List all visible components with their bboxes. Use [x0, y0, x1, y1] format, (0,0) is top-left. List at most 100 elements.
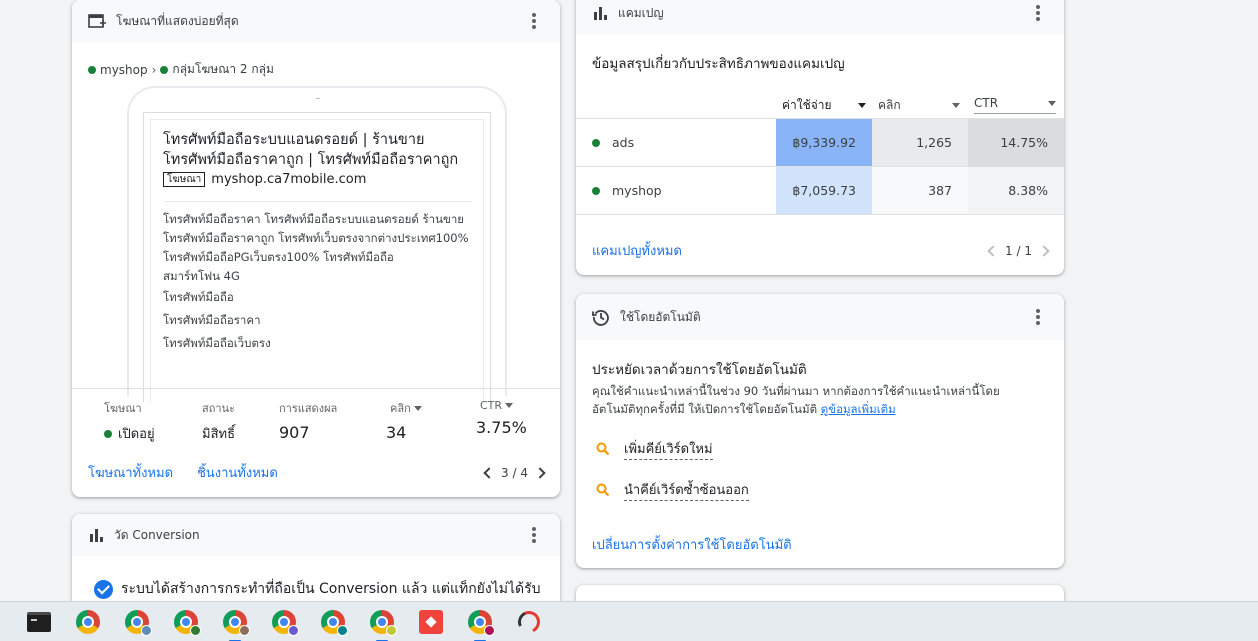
phone-preview-frame: โทรศัพท์มือถือระบบแอนดรอยด์ | ร้านขาย โท… [127, 86, 507, 402]
stat-ctr-label[interactable]: CTR [480, 399, 527, 412]
ad-headline-2: โทรศัพท์มือถือราคาถูก | โทรศัพท์มือถือรา… [163, 152, 459, 168]
dropdown-caret-icon [413, 405, 422, 411]
campaigns-card-header: แคมเปญ [576, 0, 1064, 34]
ad-callout: สมาร์ทโฟน 4G [163, 269, 240, 283]
stat-impressions-value: 907 [279, 423, 310, 442]
auto-apply-description-text: คุณใช้คำแนะนำเหล่านี้ในช่วง 90 วันที่ผ่า… [592, 384, 1000, 416]
column-clicks[interactable]: คลิก [878, 96, 960, 119]
auto-apply-card-header: ใช้โดยอัตโนมัติ [576, 294, 1064, 340]
stat-ctr-value: 3.75% [476, 418, 527, 437]
sort-caret-icon [858, 103, 866, 108]
chevron-right-icon[interactable] [1038, 244, 1050, 257]
conversion-message: ระบบได้สร้างการกระทำที่ถือเป็น Conversio… [121, 581, 541, 597]
chrome-icon[interactable] [73, 607, 103, 637]
terminal-icon[interactable] [24, 607, 54, 637]
taskbar [0, 601, 1258, 641]
campaign-name-cell: myshop [592, 167, 662, 214]
more-options-icon[interactable] [524, 525, 544, 545]
all-ads-link[interactable]: โฆษณาทั้งหมด [88, 462, 173, 483]
stat-ctr: CTR 3.75% [476, 399, 527, 437]
check-circle-icon [94, 579, 113, 599]
search-icon [596, 442, 610, 456]
more-options-icon[interactable] [524, 11, 544, 31]
all-assets-link[interactable]: ชิ้นงานทั้งหมด [197, 462, 278, 483]
breadcrumb-separator: › [151, 62, 157, 77]
stat-clicks-value: 34 [386, 423, 407, 442]
auto-history-icon [592, 310, 609, 326]
chrome-profile-icon[interactable] [367, 607, 397, 641]
chrome-profile-icon[interactable] [318, 607, 348, 637]
enabled-dot [592, 186, 600, 195]
ad-description: โทรศัพท์มือถือราคา โทรศัพท์มือถือระบบแอน… [163, 201, 471, 267]
stat-status: สถานะ มิสิทธิ์ [202, 399, 235, 444]
anydesk-icon[interactable] [416, 607, 446, 637]
conversion-card-title: วัด Conversion [114, 527, 200, 542]
chevron-right-icon[interactable] [534, 466, 546, 479]
ads-pager-text: 3 / 4 [501, 465, 528, 480]
campaigns-card: แคมเปญ ข้อมูลสรุปเกี่ยวกับประสิทธิภาพของ… [576, 0, 1064, 275]
recommendation-label: เพิ่มคีย์เวิร์ดใหม่ [624, 438, 713, 460]
column-clicks-label: คลิก [878, 98, 901, 112]
ad-display-url: โฆษณา myshop.ca7mobile.com [163, 172, 471, 187]
top-ads-card: โฆษณาที่แสดงบ่อยที่สุด myshop › กลุ่มโฆษ… [72, 0, 560, 497]
all-campaigns-link[interactable]: แคมเปญทั้งหมด [592, 240, 682, 261]
breadcrumb-ad-group[interactable]: กลุ่มโฆษณา 2 กลุ่ม [172, 60, 273, 79]
campaigns-footer: แคมเปญทั้งหมด 1 / 1 [592, 240, 1050, 261]
campaigns-table: ค่าใช้จ่าย คลิก CTR ads ฿9,339.92 1,265 … [576, 88, 1064, 215]
table-row[interactable]: ads ฿9,339.92 1,265 14.75% [576, 118, 1064, 166]
ad-badge: โฆษณา [163, 172, 206, 187]
stat-ad-value-text: เปิดอยู่ [118, 427, 155, 442]
recommendation-item[interactable]: เพิ่มคีย์เวิร์ดใหม่ [596, 438, 713, 460]
arc-app-icon[interactable] [514, 607, 544, 637]
table-header: ค่าใช้จ่าย คลิก CTR [576, 88, 1064, 119]
learn-more-link[interactable]: ดูข้อมูลเพิ่มเติม [821, 402, 896, 416]
stat-ad: โฆษณา เปิดอยู่ [104, 399, 155, 444]
stat-clicks-label-text: คลิก [390, 402, 411, 415]
chrome-profile-icon[interactable] [269, 607, 299, 637]
recommendation-item[interactable]: นำคีย์เวิร์ดซ้ำซ้อนออก [596, 479, 749, 501]
auto-apply-description: คุณใช้คำแนะนำเหล่านี้ในช่วง 90 วันที่ผ่า… [592, 382, 1040, 418]
column-ctr[interactable]: CTR [974, 96, 1056, 114]
ad-sitelink: โทรศัพท์มือถือ [163, 290, 234, 304]
conversion-card-header: วัด Conversion [72, 514, 560, 556]
change-auto-apply-link[interactable]: เปลี่ยนการตั้งค่าการใช้โดยอัตโนมัติ [592, 534, 792, 555]
chevron-left-icon[interactable] [483, 466, 495, 479]
chrome-profile-icon[interactable] [220, 607, 250, 641]
sort-caret-icon [1048, 100, 1056, 106]
ads-pager: 3 / 4 [483, 465, 546, 480]
chrome-profile-icon[interactable] [465, 607, 495, 641]
top-ads-card-title: โฆษณาที่แสดงบ่อยที่สุด [116, 13, 239, 28]
stat-ad-label: โฆษณา [104, 402, 142, 415]
campaign-name-cell: ads [592, 119, 634, 166]
enabled-dot [592, 138, 600, 147]
breadcrumb-campaign[interactable]: myshop [100, 63, 148, 77]
ad-preview: โทรศัพท์มือถือระบบแอนดรอยด์ | ร้านขาย โท… [143, 112, 491, 402]
breadcrumb: myshop › กลุ่มโฆษณา 2 กลุ่ม [88, 60, 274, 79]
more-options-icon[interactable] [1028, 307, 1048, 327]
stat-impressions: การแสดงผล 907 [279, 399, 337, 442]
campaigns-subtitle: ข้อมูลสรุปเกี่ยวกับประสิทธิภาพของแคมเปญ [592, 56, 845, 72]
stat-status-value: มิสิทธิ์ [202, 427, 236, 442]
chrome-profile-icon[interactable] [171, 607, 201, 637]
stat-clicks-label[interactable]: คลิก [390, 399, 422, 417]
chevron-left-icon[interactable] [987, 244, 999, 257]
clicks-cell: 387 [872, 167, 968, 214]
cost-cell: ฿9,339.92 [776, 119, 872, 166]
status-dot [88, 65, 96, 74]
column-cost-label: ค่าใช้จ่าย [782, 98, 832, 112]
column-ctr-label: CTR [974, 96, 999, 110]
sort-caret-icon [952, 103, 960, 108]
table-row[interactable]: myshop ฿7,059.73 387 8.38% [576, 166, 1064, 214]
ctr-cell: 14.75% [968, 119, 1064, 166]
more-options-icon[interactable] [1028, 3, 1048, 23]
ad-sitelink: โทรศัพท์มือถือราคา [163, 313, 261, 327]
chrome-profile-icon[interactable] [122, 607, 152, 637]
clicks-cell: 1,265 [872, 119, 968, 166]
ad-url-text: myshop.ca7mobile.com [211, 172, 367, 187]
ad-stats-bar: โฆษณา เปิดอยู่ สถานะ มิสิทธิ์ การแสดงผล … [72, 388, 560, 450]
cost-cell: ฿7,059.73 [776, 167, 872, 214]
column-cost[interactable]: ค่าใช้จ่าย [782, 96, 866, 119]
campaigns-card-title: แคมเปญ [618, 5, 664, 20]
conversion-card: วัด Conversion ระบบได้สร้างการกระทำที่ถื… [72, 514, 560, 614]
ad-headline-1: โทรศัพท์มือถือระบบแอนดรอยด์ | ร้านขาย [163, 132, 425, 148]
